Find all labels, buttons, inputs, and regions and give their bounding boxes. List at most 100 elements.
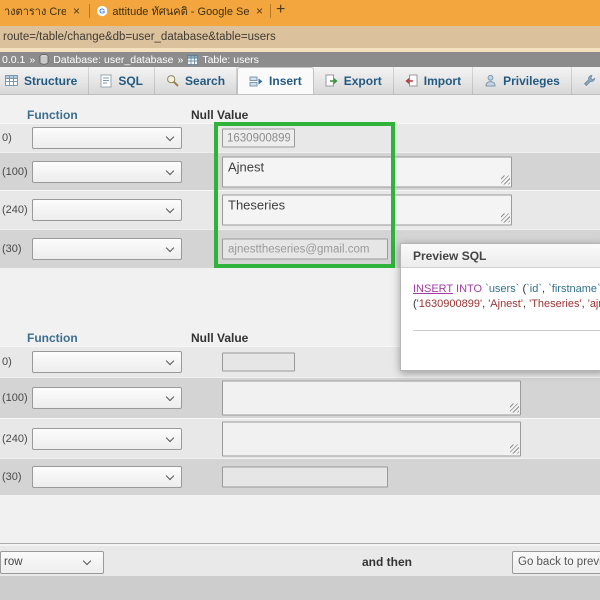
tab-label: Structure [24,74,77,88]
close-icon[interactable]: × [254,4,265,18]
value-textarea-firstname[interactable] [222,381,521,416]
null-header: Null [191,331,214,345]
tab-label: Import [424,74,461,88]
footer-actions: row and then Go back to previou [0,546,600,576]
import-icon [405,74,418,87]
chevron-down-icon [166,166,174,174]
value-header: Value [217,108,248,122]
value-input-id[interactable] [222,353,295,372]
sql-line-1: INSERT INTO `users` (`id`, `firstname`, … [413,282,600,297]
field-row-firstname-2: (100) [0,377,600,418]
chevron-down-icon [166,244,174,252]
tab-divider [89,4,90,18]
column-type-label: (240) [2,204,28,216]
close-icon[interactable]: × [71,4,82,18]
tab-label: Insert [269,74,302,88]
breadcrumb-database[interactable]: Database: user_database [53,54,173,66]
tab-title: attitude ทัศนคติ - Google Search [112,2,249,20]
sql-line-2: ('1630900899', 'Ajnest', 'Theseries', 'a… [413,297,600,312]
browser-tab-strip: างตาราง Create Tab × G attitude ทัศนคติ … [0,0,600,26]
table-icon [187,55,198,65]
preview-sql-dialog: Preview SQL INSERT INTO `users` (`id`, `… [400,243,600,371]
svg-text:G: G [99,7,105,16]
chevron-down-icon [166,133,174,141]
browser-tab-google-search[interactable]: G attitude ทัศนคติ - Google Search × [93,0,269,22]
insert-icon [249,75,263,88]
tab-insert[interactable]: Insert [237,67,314,94]
structure-icon [5,74,18,87]
column-type-label: (100) [2,392,28,404]
tab-label: Privileges [503,74,560,88]
null-header: Null [191,108,214,122]
function-select[interactable] [32,161,182,183]
sql-icon [100,74,112,88]
breadcrumb-server[interactable]: 0.0.1 [2,54,25,66]
chevron-down-icon [166,357,174,365]
pma-tab-bar: Structure SQL Search Insert [0,67,600,95]
column-type-label: (30) [2,471,22,483]
browser-tab-create-table[interactable]: างตาราง Create Tab × [0,0,86,22]
and-then-label: and then [362,555,412,569]
function-select[interactable] [32,238,182,260]
field-row-email-2: (30) [0,458,600,495]
tab-label: Export [344,74,382,88]
tab-title: างตาราง Create Tab [4,2,66,20]
value-textarea-wrap [222,421,521,456]
url-text: route=/table/change&db=user_database&tab… [3,31,276,43]
column-type-label: (240) [2,433,28,445]
column-type-label: (30) [2,243,22,255]
column-type-label: 0) [2,132,12,144]
tab-import[interactable]: Import [394,67,473,94]
after-insert-select[interactable]: Go back to previou [512,551,600,574]
preview-sql-title: Preview SQL [401,244,600,268]
field-row-lastname-2: (240) [0,418,600,458]
dialog-divider [413,330,600,331]
value-input-email[interactable] [222,467,388,488]
database-icon [39,54,49,65]
tab-operations[interactable]: Operations [572,67,600,94]
function-header: Function [27,108,78,122]
function-select[interactable] [32,466,182,488]
preview-sql-code: INSERT INTO `users` (`id`, `firstname`, … [401,268,600,331]
function-select[interactable] [32,387,182,409]
privileges-icon [484,74,497,87]
insert-rows-select[interactable]: row [0,551,104,574]
resize-grip-icon[interactable] [510,404,519,413]
breadcrumb-table[interactable]: Table: users [202,54,259,66]
tab-label: SQL [118,74,143,88]
chevron-down-icon [83,557,91,565]
function-select[interactable] [32,127,182,149]
chevron-down-icon [166,205,174,213]
form1-header-row: Function Null Value [0,108,600,123]
export-icon [325,74,338,87]
tab-structure[interactable]: Structure [0,67,89,94]
breadcrumb-separator: » [177,54,183,66]
tab-sql[interactable]: SQL [89,67,155,94]
column-type-label: 0) [2,356,12,368]
highlight-box [214,122,395,268]
breadcrumb: 0.0.1 » Database: user_database » Table:… [0,52,600,67]
resize-grip-icon[interactable] [501,214,510,223]
breadcrumb-separator: » [29,54,35,66]
page-bottom-area [0,576,600,600]
function-select[interactable] [32,199,182,221]
function-select[interactable] [32,351,182,373]
phpmyadmin-insert-page: างตาราง Create Tab × G attitude ทัศนคติ … [0,0,600,600]
value-textarea-lastname[interactable] [222,421,521,456]
search-icon [166,74,179,87]
chevron-down-icon [166,433,174,441]
operations-icon [583,74,596,87]
resize-grip-icon[interactable] [501,175,510,184]
address-bar[interactable]: route=/table/change&db=user_database&tab… [0,26,600,48]
resize-grip-icon[interactable] [510,444,519,453]
new-tab-button[interactable]: + [276,1,285,19]
tab-privileges[interactable]: Privileges [473,67,572,94]
tab-search[interactable]: Search [155,67,237,94]
tab-label: Search [185,74,225,88]
function-select[interactable] [32,428,182,450]
select-value: Go back to previou [518,556,600,568]
column-type-label: (100) [2,166,28,178]
tab-divider [270,4,271,18]
google-favicon-icon: G [97,5,107,17]
tab-export[interactable]: Export [314,67,394,94]
